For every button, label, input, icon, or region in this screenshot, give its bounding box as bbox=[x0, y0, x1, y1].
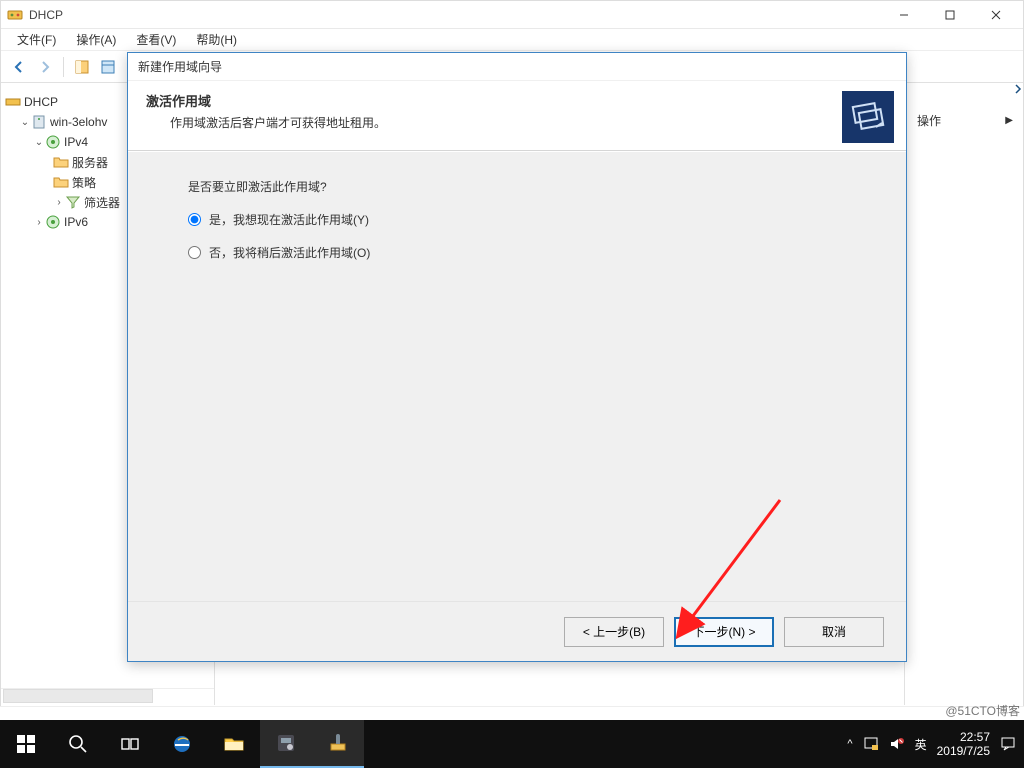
menu-view[interactable]: 查看(V) bbox=[126, 30, 186, 49]
clock-time: 22:57 bbox=[937, 730, 990, 744]
tree-label: 服务器 bbox=[72, 154, 108, 171]
tree-label: DHCP bbox=[24, 95, 58, 109]
radio-activate-yes[interactable]: 是，我想现在激活此作用域(Y) bbox=[188, 211, 870, 228]
clock-date: 2019/7/25 bbox=[937, 744, 990, 758]
expand-icon[interactable]: › bbox=[53, 197, 65, 208]
menu-file[interactable]: 文件(F) bbox=[7, 30, 66, 49]
wizard-header: 激活作用域 作用域激活后客户端才可获得地址租用。 bbox=[128, 81, 906, 151]
wizard-subheading: 作用域激活后客户端才可获得地址租用。 bbox=[146, 110, 842, 131]
tray-chevron-up-icon[interactable]: ^ bbox=[847, 738, 852, 750]
taskbar-explorer[interactable] bbox=[208, 720, 260, 768]
volume-icon[interactable] bbox=[889, 736, 905, 752]
action-label: 操作 bbox=[917, 112, 941, 129]
titlebar: DHCP bbox=[1, 1, 1023, 29]
next-button[interactable]: 下一步(N) > bbox=[674, 617, 774, 647]
taskbar-dhcp[interactable] bbox=[312, 720, 364, 768]
activate-prompt: 是否要立即激活此作用域? bbox=[188, 178, 870, 195]
show-hide-tree-button[interactable] bbox=[70, 55, 94, 79]
dhcp-icon bbox=[5, 94, 21, 110]
network-icon[interactable] bbox=[863, 736, 879, 752]
menu-action[interactable]: 操作(A) bbox=[66, 30, 126, 49]
taskbar: ^ 英 22:57 2019/7/25 bbox=[0, 720, 1024, 768]
wizard-titlebar: 新建作用域向导 bbox=[128, 53, 906, 81]
maximize-button[interactable] bbox=[927, 1, 973, 29]
actions-more-ops[interactable]: 操作 ▶ bbox=[905, 110, 1013, 130]
wizard-footer: < 上一步(B) 下一步(N) > 取消 bbox=[128, 601, 906, 661]
tree-label: IPv4 bbox=[64, 135, 88, 149]
taskbar-ie[interactable] bbox=[156, 720, 208, 768]
folder-icon bbox=[53, 174, 69, 190]
dhcp-app-icon bbox=[7, 7, 23, 23]
expand-icon[interactable]: › bbox=[33, 217, 45, 228]
search-button[interactable] bbox=[52, 720, 104, 768]
wizard-heading: 激活作用域 bbox=[146, 91, 842, 110]
action-center-icon[interactable] bbox=[1000, 736, 1016, 752]
radio-no-input[interactable] bbox=[188, 246, 201, 259]
ime-indicator[interactable]: 英 bbox=[915, 736, 927, 753]
start-button[interactable] bbox=[0, 720, 52, 768]
radio-yes-input[interactable] bbox=[188, 213, 201, 226]
collapse-icon[interactable]: ⌄ bbox=[33, 137, 45, 148]
toolbar-separator bbox=[63, 57, 64, 77]
collapse-icon[interactable]: ⌄ bbox=[19, 117, 31, 128]
watermark: @51CTO博客 bbox=[945, 702, 1020, 719]
wizard-body: 是否要立即激活此作用域? 是，我想现在激活此作用域(Y) 否，我将稍后激活此作用… bbox=[128, 151, 906, 601]
window-title: DHCP bbox=[29, 8, 881, 22]
wizard-banner-icon bbox=[842, 91, 894, 143]
tree-label: 策略 bbox=[72, 174, 96, 191]
minimize-button[interactable] bbox=[881, 1, 927, 29]
taskbar-server-manager[interactable] bbox=[260, 720, 312, 768]
system-tray: ^ 英 22:57 2019/7/25 bbox=[847, 730, 1024, 759]
ipv6-icon bbox=[45, 214, 61, 230]
forward-button[interactable] bbox=[33, 55, 57, 79]
filter-icon bbox=[65, 194, 81, 210]
radio-activate-no[interactable]: 否，我将稍后激活此作用域(O) bbox=[188, 244, 870, 261]
chevron-right-icon: ▶ bbox=[1005, 115, 1013, 126]
taskbar-clock[interactable]: 22:57 2019/7/25 bbox=[937, 730, 990, 759]
status-strip bbox=[0, 706, 1024, 720]
back-button[interactable]: < 上一步(B) bbox=[564, 617, 664, 647]
back-button[interactable] bbox=[7, 55, 31, 79]
menubar: 文件(F) 操作(A) 查看(V) 帮助(H) bbox=[1, 29, 1023, 51]
tree-label: win-3elohv bbox=[50, 115, 107, 129]
task-view-button[interactable] bbox=[104, 720, 156, 768]
new-scope-wizard: 新建作用域向导 激活作用域 作用域激活后客户端才可获得地址租用。 是否要立即激活… bbox=[127, 52, 907, 662]
cancel-button[interactable]: 取消 bbox=[784, 617, 884, 647]
radio-no-label: 否，我将稍后激活此作用域(O) bbox=[209, 244, 370, 261]
properties-button[interactable] bbox=[96, 55, 120, 79]
folder-icon bbox=[53, 154, 69, 170]
tree-label: IPv6 bbox=[64, 215, 88, 229]
radio-yes-label: 是，我想现在激活此作用域(Y) bbox=[209, 211, 369, 228]
ipv4-icon bbox=[45, 134, 61, 150]
close-button[interactable] bbox=[973, 1, 1019, 29]
server-icon bbox=[31, 114, 47, 130]
wizard-window-title: 新建作用域向导 bbox=[138, 58, 222, 75]
actions-collapse-button[interactable] bbox=[1013, 84, 1023, 705]
menu-help[interactable]: 帮助(H) bbox=[186, 30, 247, 49]
tree-horizontal-scrollbar[interactable] bbox=[1, 688, 214, 704]
tree-label: 筛选器 bbox=[84, 194, 120, 211]
actions-pane: 操作 ▶ bbox=[905, 84, 1013, 705]
